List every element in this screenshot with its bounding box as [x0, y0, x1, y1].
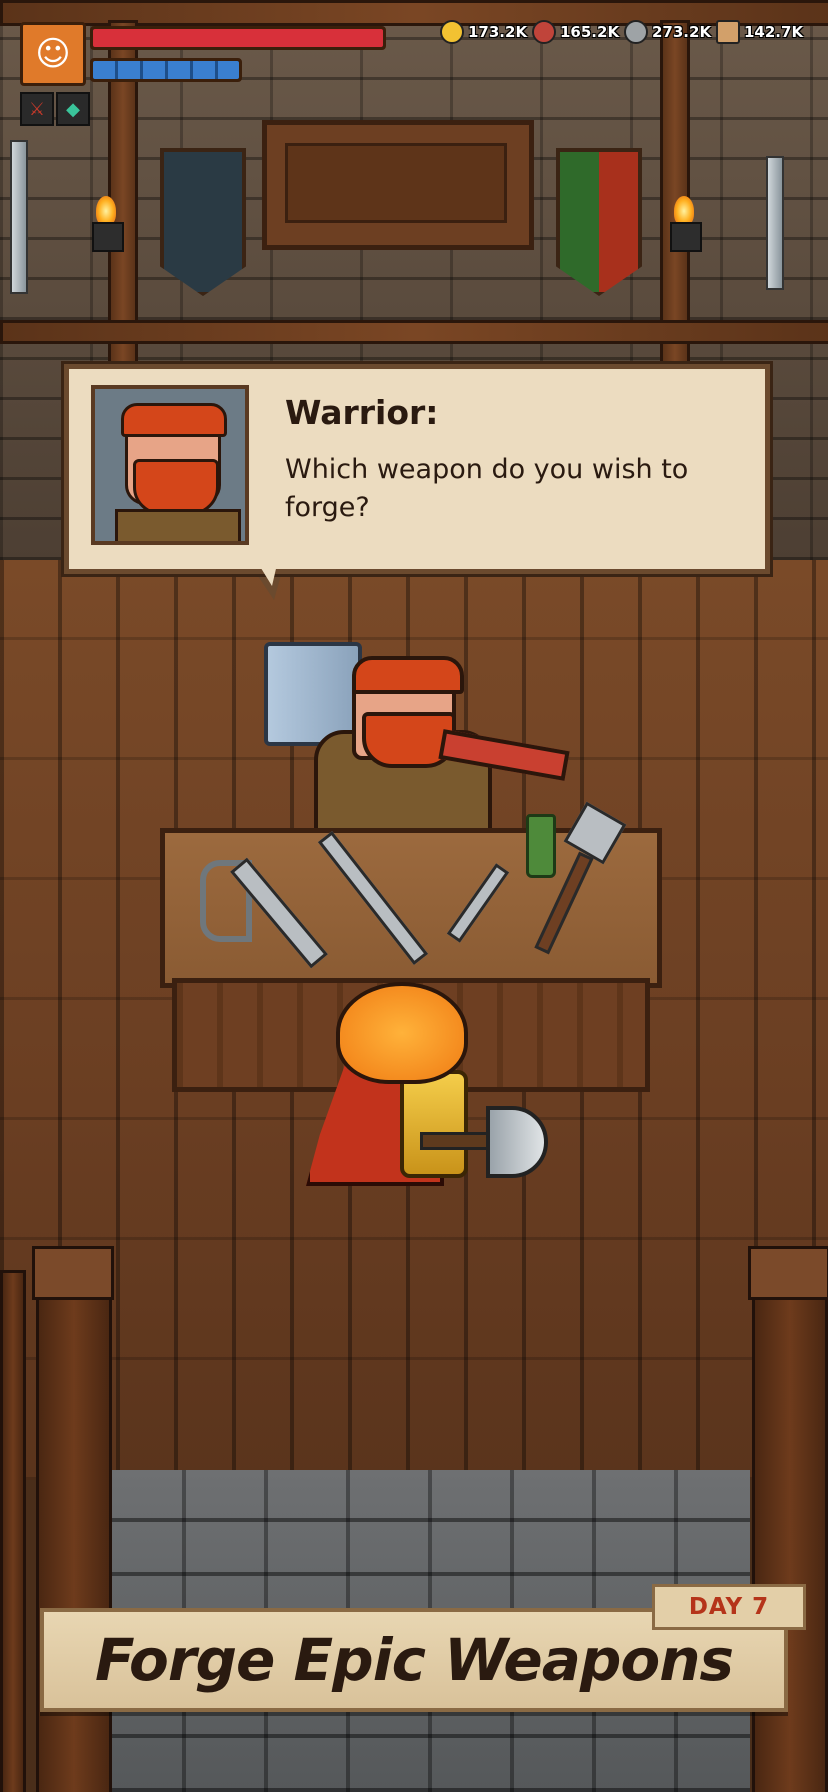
- gem-skill-icon[interactable]: ◆: [56, 92, 90, 126]
- hero-portrait-icon: ☺: [35, 34, 71, 74]
- mana-bar: [90, 58, 242, 82]
- dialog-box[interactable]: Warrior: Which weapon do you wish to for…: [64, 364, 770, 574]
- hero-armor: [400, 1070, 468, 1178]
- torch-icon: [88, 196, 124, 252]
- portrait-apron: [115, 509, 241, 541]
- blacksmith-hair: [352, 656, 464, 694]
- portrait-hair: [121, 403, 227, 437]
- dialog-tail-inner: [256, 560, 278, 586]
- hero-avatar[interactable]: ☺: [20, 22, 86, 86]
- potion-bottle-icon[interactable]: [526, 814, 556, 878]
- fence-post-cap: [748, 1246, 828, 1300]
- wall-sword-icon: [766, 156, 784, 290]
- wall-sword-icon: [10, 140, 28, 294]
- wood-counter[interactable]: 142.7K: [716, 18, 803, 46]
- fence-post-cap: [32, 1246, 114, 1300]
- dialog-speaker: Warrior:: [285, 393, 439, 432]
- wall-rail: [0, 320, 828, 344]
- warrior-portrait: [91, 385, 249, 545]
- dialog-text: Which weapon do you wish to forge?: [285, 454, 689, 523]
- meat-icon: [532, 20, 556, 44]
- health-bar-fill: [93, 29, 383, 47]
- gold-coin-icon: [440, 20, 464, 44]
- hero-character[interactable]: [336, 982, 468, 1084]
- fence-post: [36, 1280, 112, 1792]
- heraldry-banner: [160, 148, 246, 296]
- fence-post: [752, 1280, 828, 1792]
- meat-counter[interactable]: 165.2K: [532, 18, 619, 46]
- forge-scene: [0, 0, 828, 1792]
- stone-icon: [624, 20, 648, 44]
- sword-skill-icon[interactable]: ⚔: [20, 92, 54, 126]
- health-bar: [90, 26, 386, 50]
- torch-icon: [666, 196, 702, 252]
- gold-counter[interactable]: 173.2K: [440, 18, 527, 46]
- day-badge: DAY 7: [652, 1584, 806, 1630]
- mana-bar-fill: [93, 61, 239, 79]
- heraldry-banner: [556, 148, 642, 296]
- fence-post: [0, 1270, 26, 1792]
- shop-sign: [262, 120, 534, 250]
- stone-counter[interactable]: 273.2K: [624, 18, 711, 46]
- wood-log-icon: [716, 20, 740, 44]
- portrait-beard: [133, 459, 219, 515]
